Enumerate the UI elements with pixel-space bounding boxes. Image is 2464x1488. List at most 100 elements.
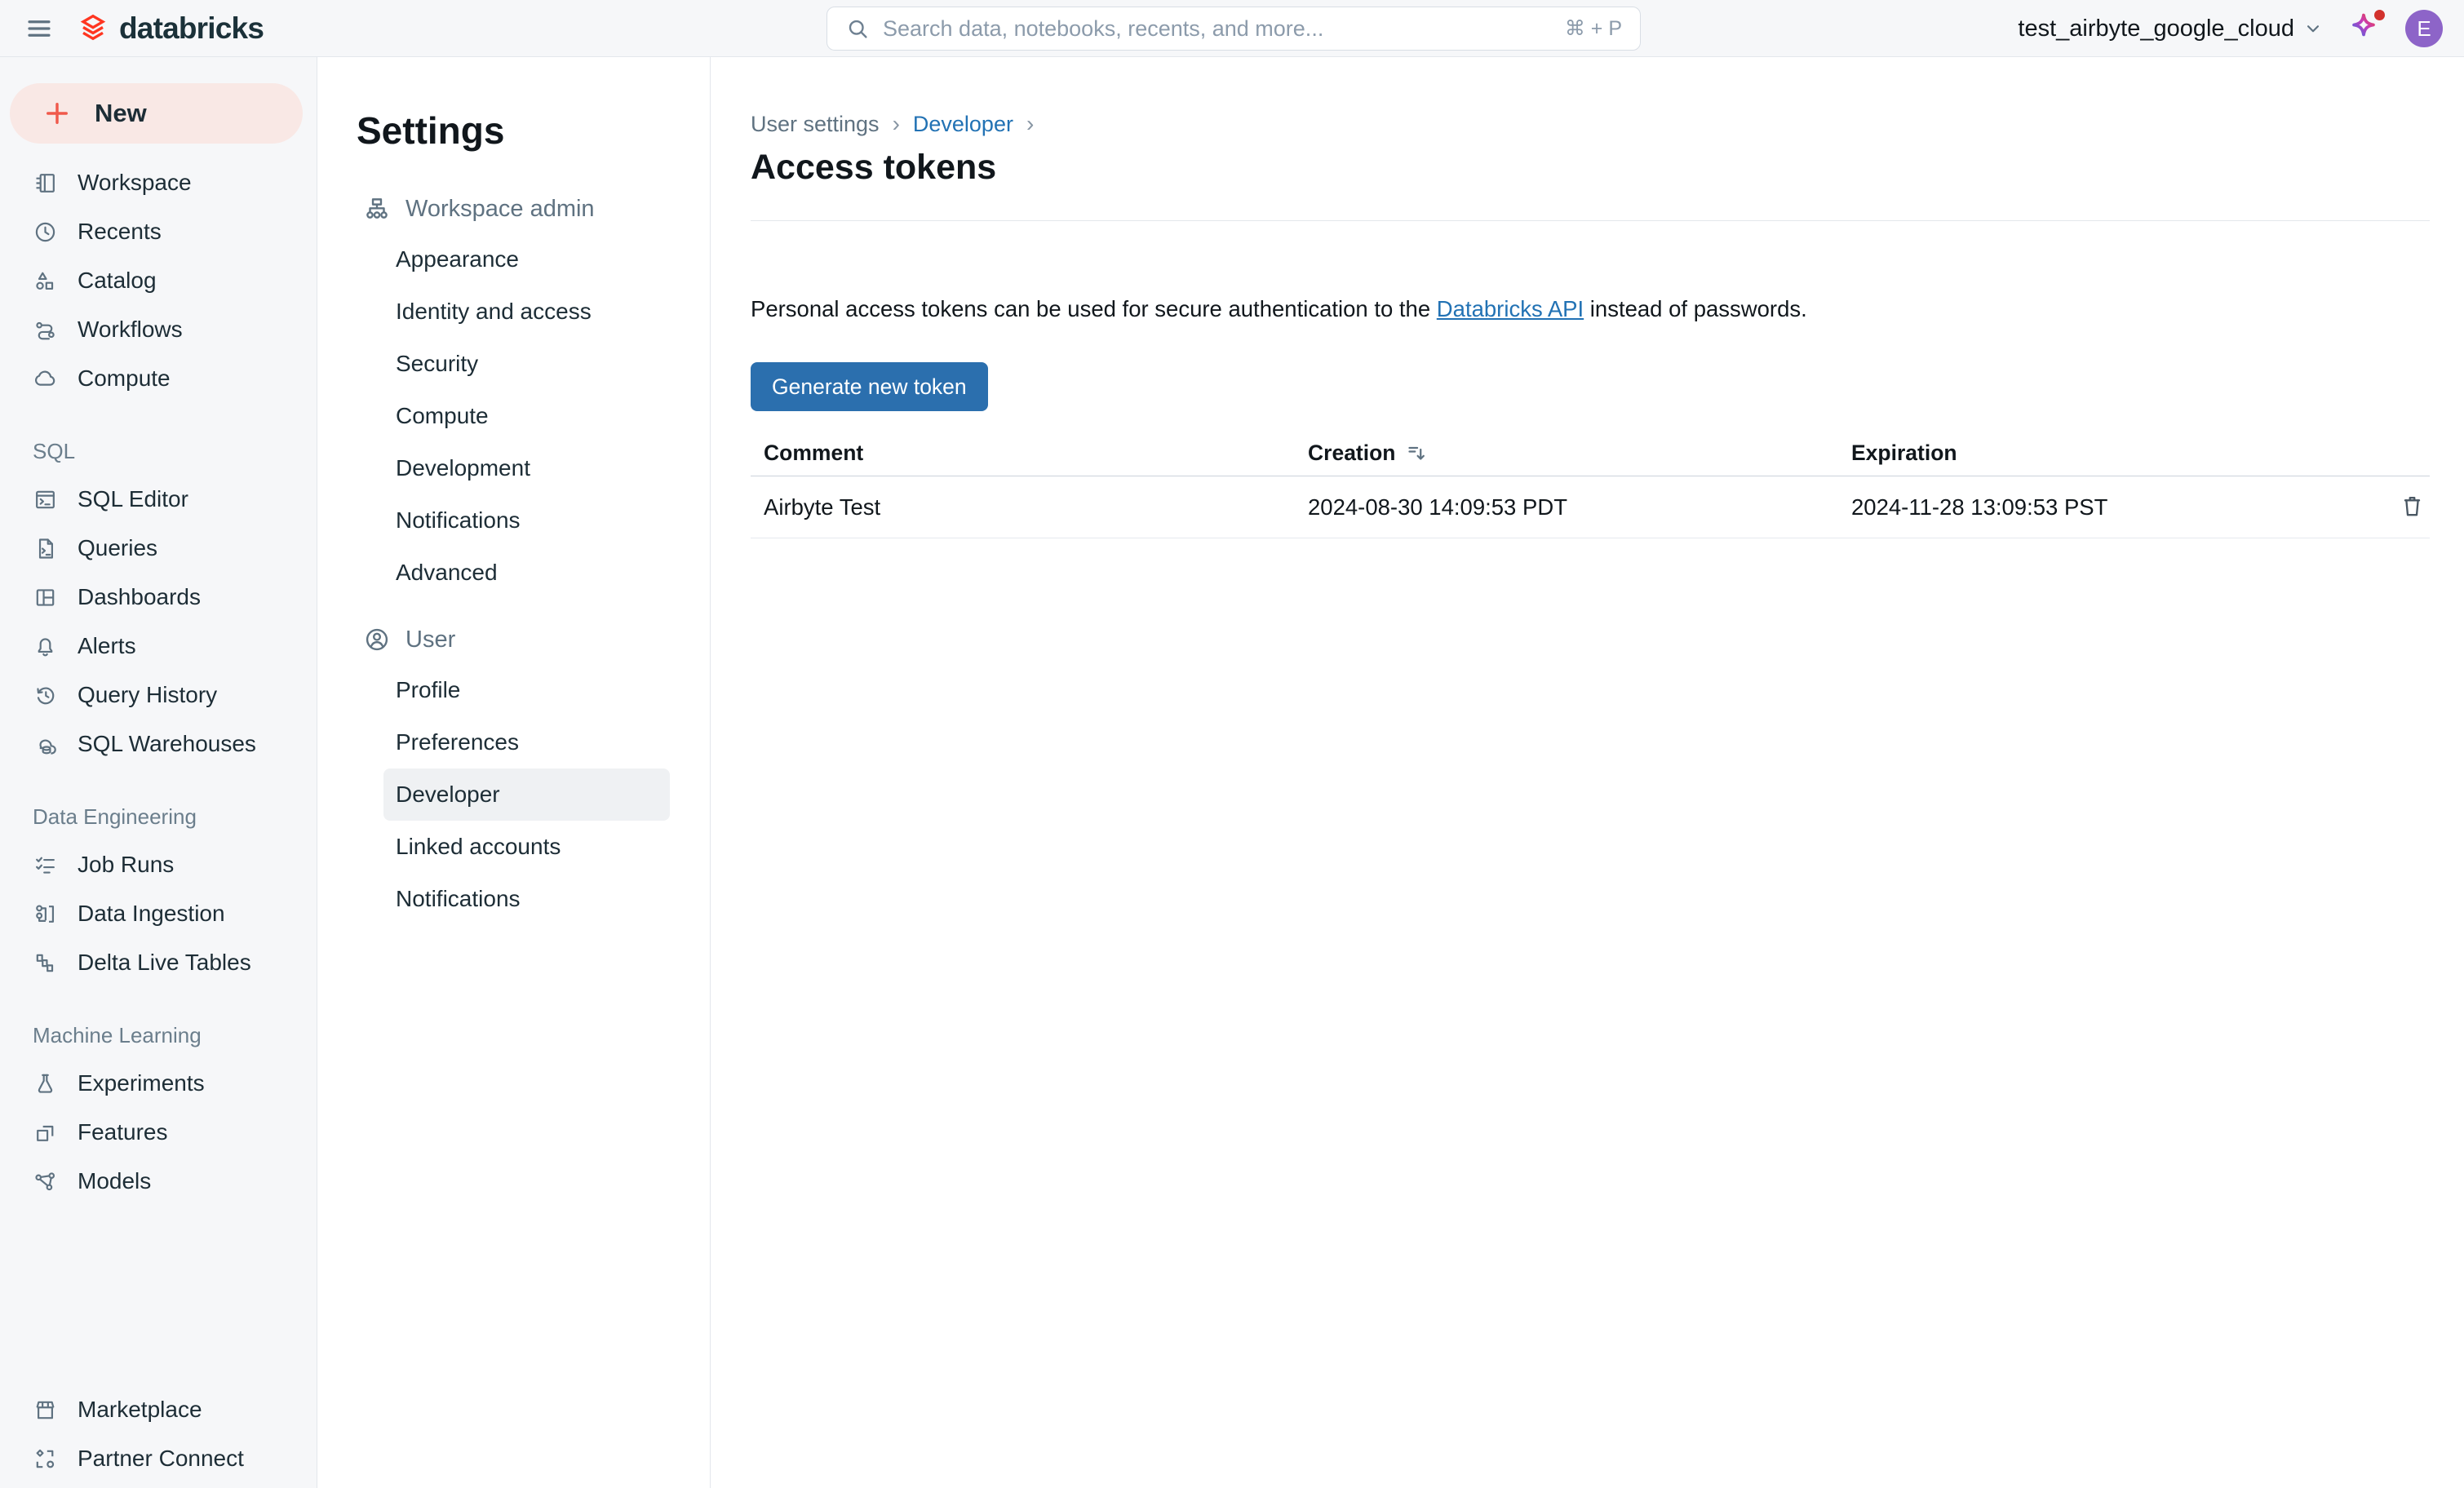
- page-title: Access tokens: [751, 147, 2430, 188]
- sidebar-item-label: Partner Connect: [78, 1446, 244, 1472]
- sidebar-item-sql-editor[interactable]: SQL Editor: [0, 475, 317, 524]
- sidebar-item-experiments[interactable]: Experiments: [0, 1059, 317, 1108]
- sidebar-item-alerts[interactable]: Alerts: [0, 622, 317, 671]
- sidebar-item-queries[interactable]: Queries: [0, 524, 317, 573]
- sidebar-item-dashboards[interactable]: Dashboards: [0, 573, 317, 622]
- settings-group-user: User: [317, 615, 710, 664]
- databricks-api-link[interactable]: Databricks API: [1437, 296, 1584, 321]
- column-header-label: Expiration: [1851, 441, 1957, 466]
- topbar-right-cluster: test_airbyte_google_cloud E: [2018, 0, 2443, 57]
- assistant-button[interactable]: [2347, 11, 2382, 46]
- search-shortcut: ⌘ + P: [1565, 16, 1622, 41]
- avatar-initial: E: [2417, 16, 2431, 42]
- token-expiration-cell: 2024-11-28 13:09:53 PST: [1838, 494, 2364, 520]
- sidebar-item-label: SQL Warehouses: [78, 731, 256, 757]
- job-runs-icon: [33, 852, 58, 878]
- sidebar-item-recents[interactable]: Recents: [0, 207, 317, 256]
- sidebar-item-label: Query History: [78, 682, 217, 708]
- sidebar-section-data-engineering: Data Engineering: [0, 793, 317, 840]
- dashboards-icon: [33, 585, 58, 610]
- sidebar-item-label: Delta Live Tables: [78, 950, 251, 976]
- workflows-icon: [33, 317, 58, 343]
- sidebar-item-workflows[interactable]: Workflows: [0, 305, 317, 354]
- user-avatar[interactable]: E: [2405, 10, 2443, 47]
- description-after: instead of passwords.: [1584, 296, 1807, 321]
- workspace-selector[interactable]: test_airbyte_google_cloud: [2018, 16, 2324, 42]
- table-header-row: Comment Creation Expiration: [751, 431, 2430, 476]
- catalog-icon: [33, 268, 58, 294]
- sidebar-item-job-runs[interactable]: Job Runs: [0, 840, 317, 889]
- main-content: User settings › Developer › Access token…: [711, 57, 2464, 1488]
- sidebar-item-label: Workspace: [78, 170, 192, 196]
- settings-item-security[interactable]: Security: [317, 338, 710, 390]
- trash-icon: [2399, 493, 2426, 520]
- settings-item-profile[interactable]: Profile: [317, 664, 710, 716]
- description-before: Personal access tokens can be used for s…: [751, 296, 1437, 321]
- settings-panel: Settings Workspace admin Appearance Iden…: [317, 57, 711, 1488]
- data-ingestion-icon: [33, 901, 58, 927]
- sidebar-item-compute[interactable]: Compute: [0, 354, 317, 403]
- sql-warehouses-icon: [33, 732, 58, 757]
- hamburger-menu-icon[interactable]: [23, 12, 55, 45]
- sidebar-item-delta-live-tables[interactable]: Delta Live Tables: [0, 938, 317, 987]
- notification-dot: [2374, 10, 2385, 20]
- left-sidebar: New Workspace Recents Catalog Workflows …: [0, 57, 317, 1488]
- sidebar-item-label: SQL Editor: [78, 486, 188, 512]
- settings-item-identity-and-access[interactable]: Identity and access: [317, 286, 710, 338]
- table-row: Airbyte Test 2024-08-30 14:09:53 PDT 202…: [751, 476, 2430, 538]
- column-header-expiration[interactable]: Expiration: [1838, 441, 2364, 466]
- sort-descending-icon: [1406, 442, 1428, 464]
- column-header-creation[interactable]: Creation: [1295, 441, 1838, 466]
- chevron-down-icon: [2302, 18, 2324, 39]
- token-comment-cell: Airbyte Test: [751, 494, 1295, 520]
- sidebar-item-data-ingestion[interactable]: Data Ingestion: [0, 889, 317, 938]
- settings-group-label: Workspace admin: [405, 196, 595, 223]
- settings-item-developer-selected[interactable]: Developer: [383, 768, 670, 821]
- settings-item-linked-accounts[interactable]: Linked accounts: [317, 821, 710, 873]
- sidebar-item-workspace[interactable]: Workspace: [0, 158, 317, 207]
- sidebar-item-marketplace[interactable]: Marketplace: [0, 1385, 317, 1434]
- new-button[interactable]: New: [10, 83, 303, 144]
- databricks-brand[interactable]: databricks: [77, 11, 264, 46]
- search-icon: [845, 16, 870, 41]
- models-icon: [33, 1169, 58, 1194]
- sidebar-item-models[interactable]: Models: [0, 1157, 317, 1206]
- sidebar-item-features[interactable]: Features: [0, 1108, 317, 1157]
- top-bar: databricks ⌘ + P test_airbyte_google_clo…: [0, 0, 2464, 57]
- settings-item-advanced[interactable]: Advanced: [317, 547, 710, 599]
- sidebar-item-query-history[interactable]: Query History: [0, 671, 317, 720]
- settings-item-user-notifications[interactable]: Notifications: [317, 873, 710, 925]
- query-history-icon: [33, 683, 58, 708]
- sidebar-item-label: Workflows: [78, 317, 183, 343]
- description-text: Personal access tokens can be used for s…: [751, 295, 2430, 323]
- sidebar-section-sql: SQL: [0, 427, 317, 475]
- sidebar-item-sql-warehouses[interactable]: SQL Warehouses: [0, 720, 317, 768]
- breadcrumb-user-settings[interactable]: User settings: [751, 112, 880, 137]
- recents-icon: [33, 219, 58, 245]
- global-search[interactable]: ⌘ + P: [827, 7, 1641, 51]
- sidebar-item-label: Dashboards: [78, 584, 201, 610]
- compute-icon: [33, 366, 58, 392]
- user-icon: [363, 626, 391, 653]
- access-tokens-table: Comment Creation Expiration Airbyte Test…: [751, 431, 2430, 538]
- sidebar-item-label: Alerts: [78, 633, 136, 659]
- generate-new-token-button[interactable]: Generate new token: [751, 362, 988, 411]
- brand-wordmark: databricks: [119, 11, 264, 46]
- token-creation-cell: 2024-08-30 14:09:53 PDT: [1295, 494, 1838, 520]
- settings-item-preferences[interactable]: Preferences: [317, 716, 710, 768]
- workspace-selector-label: test_airbyte_google_cloud: [2018, 16, 2294, 42]
- settings-group-workspace-admin: Workspace admin: [317, 184, 710, 233]
- search-input[interactable]: [883, 16, 1552, 42]
- delete-token-button[interactable]: [2394, 489, 2430, 525]
- settings-item-notifications[interactable]: Notifications: [317, 494, 710, 547]
- partner-connect-icon: [33, 1446, 58, 1472]
- settings-item-compute[interactable]: Compute: [317, 390, 710, 442]
- sidebar-item-catalog[interactable]: Catalog: [0, 256, 317, 305]
- sidebar-item-partner-connect[interactable]: Partner Connect: [0, 1434, 317, 1483]
- column-header-comment[interactable]: Comment: [751, 441, 1295, 466]
- breadcrumb-developer[interactable]: Developer: [913, 112, 1013, 137]
- sidebar-section-machine-learning: Machine Learning: [0, 1012, 317, 1059]
- sidebar-item-label: Recents: [78, 219, 162, 245]
- settings-item-development[interactable]: Development: [317, 442, 710, 494]
- settings-item-appearance[interactable]: Appearance: [317, 233, 710, 286]
